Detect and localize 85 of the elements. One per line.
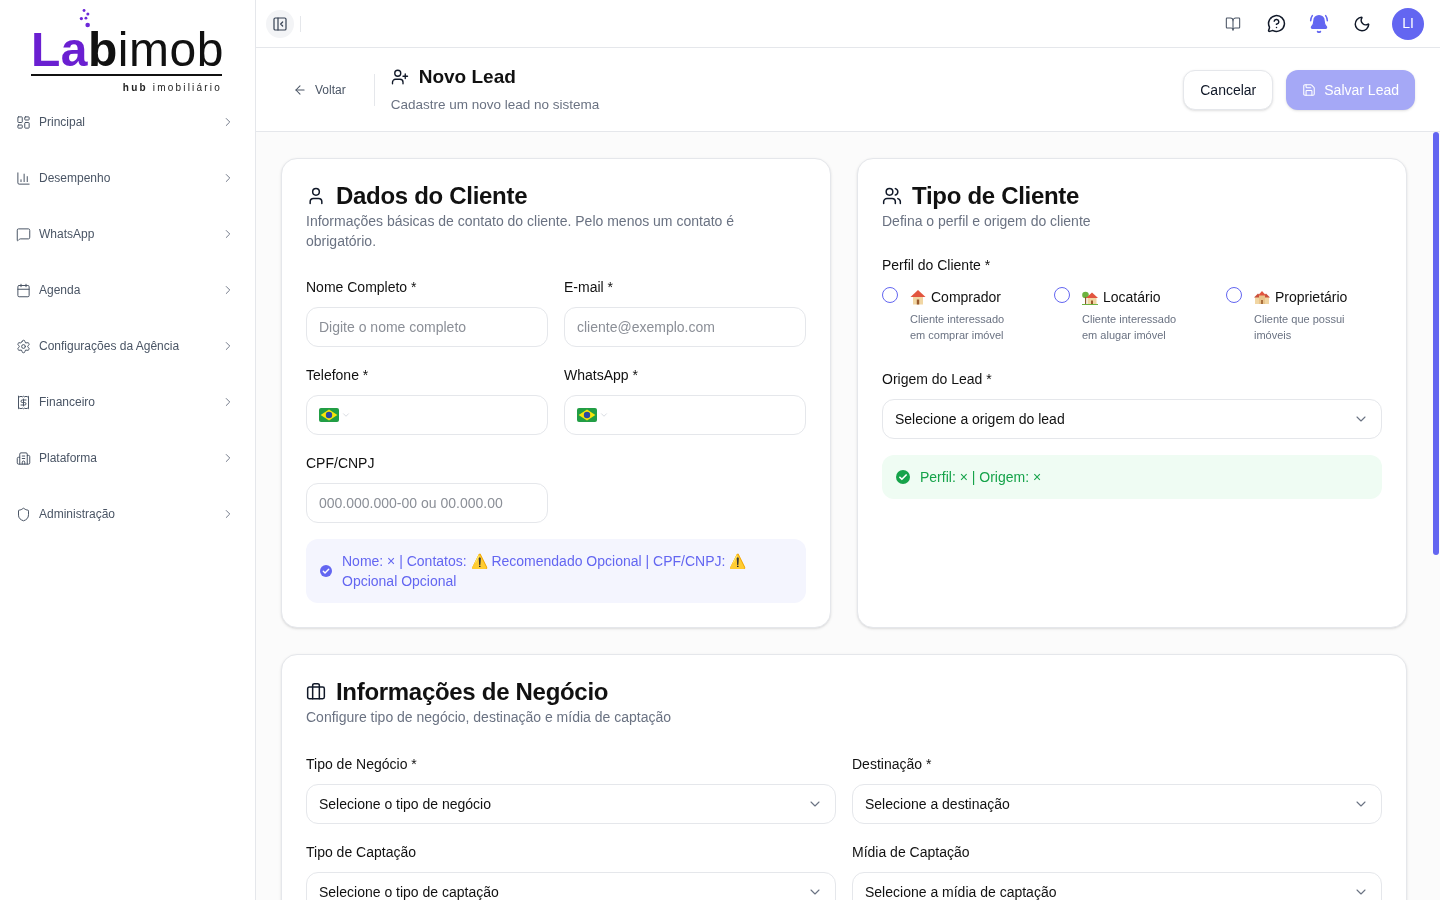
field-label: Mídia de Captação — [852, 843, 971, 862]
shield-icon — [16, 506, 31, 522]
select-field[interactable]: Selecione a destinação — [852, 784, 1382, 824]
cancel-button[interactable]: Cancelar — [1183, 69, 1274, 110]
field-label: Origem do Lead * — [882, 370, 993, 389]
country-select[interactable] — [577, 408, 609, 422]
settings-icon — [16, 338, 31, 354]
sidebar-item[interactable]: Principal — [0, 94, 255, 150]
houses-icon — [1254, 289, 1270, 305]
radio-button[interactable] — [882, 287, 898, 303]
field-label: Telefone * — [306, 366, 370, 385]
chevron-down-icon — [341, 410, 351, 420]
logo-tagline: hub imobiliário — [121, 82, 222, 94]
radio-button[interactable] — [1226, 287, 1242, 303]
select-field[interactable]: Selecione o tipo de captação — [306, 872, 836, 900]
option-description: Cliente interessado em comprar imóvel — [910, 312, 1006, 343]
bell-icon — [1309, 13, 1329, 34]
select-field[interactable]: Selecione o tipo de negócio — [306, 784, 836, 824]
option-label: Proprietário — [1275, 288, 1348, 307]
save-icon — [1302, 82, 1317, 97]
check-circle-icon — [320, 565, 332, 577]
card-description: Configure tipo de negócio, destinação e mídia de captação — [306, 708, 673, 727]
field-label: Nome Completo * — [306, 278, 418, 297]
briefcase-icon — [306, 682, 326, 702]
text-field[interactable]: 000.000.000-00 ou 00.000.00 — [306, 483, 548, 523]
select-field[interactable]: Selecione a mídia de captação — [852, 872, 1382, 900]
field-label: WhatsApp * — [564, 366, 639, 385]
phone-field[interactable] — [306, 395, 548, 435]
flag-icon — [577, 408, 597, 422]
sidebar-item[interactable]: Agenda — [0, 262, 255, 318]
field-label: Destinação * — [852, 755, 933, 774]
receipt-icon — [16, 394, 31, 410]
country-select[interactable] — [319, 408, 351, 422]
sidebar-item[interactable]: Configurações da Agência — [0, 318, 255, 374]
scrollbar-thumb[interactable] — [1433, 132, 1439, 555]
calendar-icon — [16, 282, 31, 298]
field-label: Tipo de Captação — [306, 843, 417, 862]
building-icon — [16, 450, 31, 466]
field-label: E-mail * — [564, 278, 614, 297]
user-icon — [306, 186, 326, 206]
check-circle-icon — [896, 470, 910, 484]
card-description: Informações básicas de contato do cliente. Pelo menos um contato é obrigatório. — [306, 212, 736, 251]
status-summary: Perfil: × | Origem: × — [920, 468, 1042, 487]
select-field[interactable]: Selecione a origem do lead — [882, 399, 1382, 439]
text-field[interactable]: cliente@exemplo.com — [564, 307, 806, 347]
users-icon — [882, 186, 902, 206]
phone-field[interactable] — [564, 395, 806, 435]
user-plus-icon — [390, 68, 409, 86]
card-description: Defina o perfil e origem do cliente — [882, 212, 1092, 231]
sidebar-item[interactable]: Financeiro — [0, 374, 255, 430]
chat-bubble-icon — [16, 226, 31, 242]
flag-icon — [319, 408, 339, 422]
sidebar-item[interactable]: WhatsApp — [0, 206, 255, 262]
book-icon — [1225, 15, 1241, 32]
house-with-tree-icon — [1082, 289, 1098, 305]
panel-toggle-icon — [272, 15, 288, 32]
sidebar-item[interactable]: Plataforma — [0, 430, 255, 486]
house-icon — [910, 289, 926, 305]
field-label: CPF/CNPJ — [306, 454, 376, 473]
moon-icon — [1353, 14, 1371, 33]
page-title: Novo Lead — [418, 64, 516, 89]
option-label: Locatário — [1103, 288, 1161, 307]
back-button[interactable]: Voltar — [281, 73, 358, 106]
sidebar-item[interactable]: Desempenho — [0, 150, 255, 206]
option-description: Cliente que possui imóveis — [1254, 312, 1346, 343]
page-subtitle: Cadastre um novo lead no sistema — [390, 96, 600, 114]
sidebar-toggle[interactable] — [266, 9, 294, 38]
card-title: Tipo de Cliente — [912, 183, 1080, 209]
dashboard-icon — [16, 114, 31, 130]
logo-wordmark: Labimob — [31, 27, 224, 73]
bar-chart-icon — [16, 170, 31, 186]
text-field[interactable]: Digite o nome completo — [306, 307, 548, 347]
card-title: Informações de Negócio — [336, 679, 609, 705]
option-description: Cliente interessado em alugar imóvel — [1082, 312, 1178, 343]
user-avatar[interactable]: LI — [1392, 7, 1424, 40]
option-label: Comprador — [931, 288, 1002, 307]
logo-dots-icon — [79, 9, 91, 29]
field-label: Perfil do Cliente * — [882, 256, 992, 275]
status-summary: Nome: × | Contatos: ⚠ Recomendado Opcional | CPF/CNPJ: ⚠ Opcional Opcional — [342, 552, 748, 591]
field-label: Tipo de Negócio * — [306, 755, 418, 774]
chevron-down-icon — [599, 410, 609, 420]
help-chat-icon — [1266, 14, 1286, 33]
card-title: Dados do Cliente — [336, 183, 528, 209]
sidebar-item[interactable]: Administração — [0, 486, 255, 542]
radio-button[interactable] — [1054, 287, 1070, 303]
